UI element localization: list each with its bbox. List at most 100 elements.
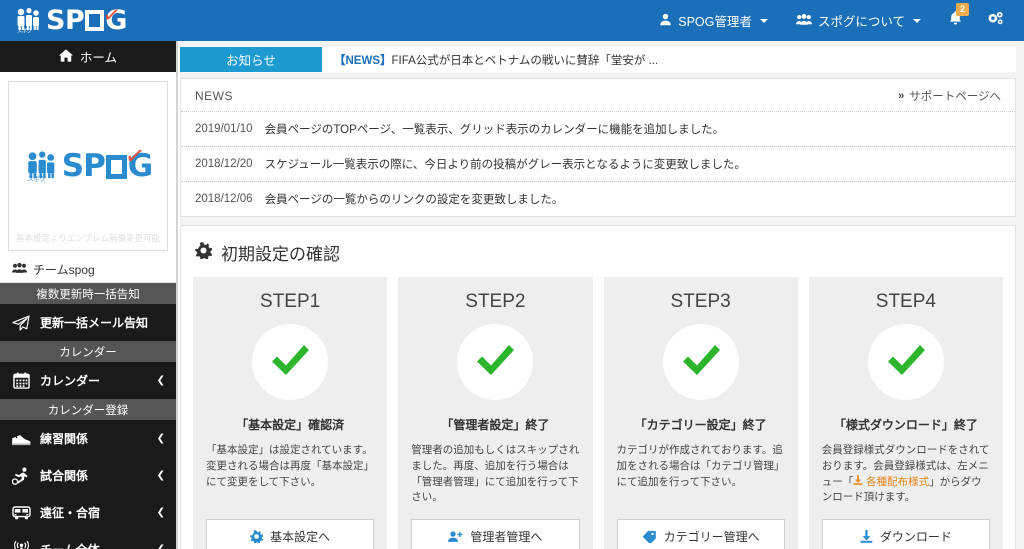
- emblem-caption: 基本設定よりエンブレム画像変更可能: [9, 232, 167, 244]
- user-plus-icon: [448, 530, 463, 543]
- gear-icon: [195, 242, 212, 264]
- status-badge: [663, 324, 739, 400]
- setup-cards: STEP1 「基本設定」確認済 「基本設定」は設定されています。変更される場合は…: [193, 277, 1003, 549]
- settings-button[interactable]: [976, 0, 1014, 41]
- brand-logo[interactable]: スポグ SPG ✓: [0, 0, 178, 41]
- calendar-icon: [11, 372, 31, 389]
- card-button-label: ダウンロード: [880, 528, 952, 545]
- svg-text:スポグ: スポグ: [27, 175, 45, 182]
- setup-card-step1: STEP1 「基本設定」確認済 「基本設定」は設定されています。変更される場合は…: [193, 277, 387, 549]
- sidebar-item-match[interactable]: 試合関係 ❮: [0, 457, 176, 494]
- card-subtitle: 「カテゴリー設定」終了: [635, 416, 767, 433]
- green-check-icon: [267, 338, 313, 387]
- announcement-body[interactable]: 【NEWS】 FIFA公式が日本とベトナムの戦いに賛辞「堂安が ...: [322, 47, 1016, 72]
- setup-card-step3: STEP3 「カテゴリー設定」終了 カテゴリが作成されております。追加をされる場…: [604, 277, 798, 549]
- card-button-label: カテゴリー管理へ: [664, 528, 760, 545]
- sidebar-section-bulk-notice: 複数更新時一括告知: [0, 283, 176, 304]
- status-badge: [457, 324, 533, 400]
- support-page-link[interactable]: » サポートページへ: [898, 88, 1001, 104]
- chevron-down-icon: [760, 19, 768, 23]
- emblem-panel: スポグ SPG ✓ 基本設定よりエンブレム画像変更可能: [0, 72, 176, 257]
- card-button-label: 基本設定へ: [270, 528, 330, 545]
- emblem-logo: スポグ SPG ✓: [24, 148, 153, 184]
- emblem-check-icon: ✓: [123, 141, 146, 171]
- news-item-date: 2018/12/06: [195, 193, 253, 205]
- announcement-tab[interactable]: お知らせ: [180, 47, 322, 72]
- news-item[interactable]: 2018/12/06 会員ページの一覧からのリンクの設定を変更致しました。: [181, 182, 1015, 216]
- card-subtitle: 「基本設定」確認済: [236, 416, 344, 433]
- notification-badge: 2: [956, 3, 969, 16]
- sidebar-item-trip-camp[interactable]: 遠征・合宿 ❮: [0, 494, 176, 531]
- chevron-left-icon: ❮: [157, 544, 165, 549]
- sidebar-team-name[interactable]: チームspog: [0, 257, 176, 283]
- setup-heading-label: 初期設定の確認: [221, 240, 340, 265]
- emblem-text: SPG ✓: [62, 148, 153, 184]
- distribution-forms-link[interactable]: 各種配布様式: [866, 476, 929, 488]
- news-item-date: 2019/01/10: [195, 123, 253, 135]
- sidebar-home-label: ホーム: [80, 47, 117, 66]
- brand-text-before: SP: [46, 5, 84, 36]
- sidebar-item-practice[interactable]: 練習関係 ❮: [0, 420, 176, 457]
- chevron-left-icon: ❮: [157, 375, 165, 386]
- card-title: STEP1: [260, 291, 320, 313]
- basic-settings-button[interactable]: 基本設定へ: [206, 519, 374, 549]
- brand-text: SPG ✓: [46, 7, 127, 34]
- sidebar-item-label: カレンダー: [40, 372, 148, 389]
- chevron-left-icon: ❮: [157, 433, 165, 444]
- news-item-date: 2018/12/20: [195, 158, 253, 170]
- green-check-icon: [883, 338, 929, 387]
- svg-text:スポグ: スポグ: [17, 27, 32, 33]
- sidebar: ホーム スポグ: [0, 41, 178, 549]
- emblem-box[interactable]: スポグ SPG ✓ 基本設定よりエンブレム画像変更可能: [8, 81, 168, 251]
- card-subtitle: 「管理者設定」終了: [441, 416, 549, 433]
- sidebar-item-label: 更新一括メール告知: [40, 314, 156, 331]
- sidebar-item-label: 試合関係: [40, 467, 148, 484]
- news-item-text: スケジュール一覧表示の際に、今日より前の投稿がグレー表示となるように変更致しまし…: [265, 156, 746, 172]
- card-description: 「基本設定」は設定されています。変更される場合は再度「基本設定」にて変更をして下…: [206, 443, 374, 490]
- main-content: お知らせ 【NEWS】 FIFA公式が日本とベトナムの戦いに賛辞「堂安が ...…: [180, 41, 1024, 549]
- setup-panel: 初期設定の確認 STEP1 「基本設定」確認済 「基本設定」は設定されています。…: [180, 225, 1016, 549]
- home-icon: [59, 49, 73, 65]
- sidebar-item-whole-team[interactable]: チーム全体 ❮: [0, 531, 176, 549]
- download-icon: [853, 476, 863, 488]
- sidebar-item-calendar[interactable]: カレンダー ❮: [0, 362, 176, 399]
- users-icon: [12, 262, 27, 277]
- card-description: カテゴリが作成されております。追加をされる場合は「カテゴリ管理」にて追加を行って…: [617, 443, 785, 490]
- emblem-text-before: SP: [62, 148, 105, 184]
- nav-about-spog-label: スポグについて: [818, 11, 905, 30]
- chevron-left-icon: ❮: [157, 507, 165, 518]
- nav-admin-user[interactable]: SPOG管理者: [646, 0, 781, 41]
- chevron-down-icon: [913, 19, 921, 23]
- emblem-people-icon: スポグ: [24, 150, 58, 182]
- shoe-icon: [11, 432, 31, 446]
- top-header: スポグ SPG ✓ SPOG管理者 スポグについて: [0, 0, 1024, 41]
- news-item[interactable]: 2019/01/10 会員ページのTOPページ、一覧表示、グリッド表示のカレンダ…: [181, 112, 1015, 147]
- setup-card-step2: STEP2 「管理者設定」終了 管理者の追加もしくはスキップされました。再度、追…: [398, 277, 592, 549]
- download-icon: [860, 530, 873, 543]
- setup-heading: 初期設定の確認: [193, 236, 1003, 277]
- news-header: NEWS » サポートページへ: [181, 79, 1015, 112]
- card-button-label: 管理者管理へ: [470, 528, 542, 545]
- news-item[interactable]: 2018/12/20 スケジュール一覧表示の際に、今日より前の投稿がグレー表示と…: [181, 147, 1015, 182]
- notifications-button[interactable]: 2: [936, 0, 974, 41]
- sidebar-item-home[interactable]: ホーム: [0, 41, 176, 72]
- bus-icon: [11, 505, 31, 520]
- announcement-ticker: お知らせ 【NEWS】 FIFA公式が日本とベトナムの戦いに賛辞「堂安が ...: [180, 47, 1016, 72]
- paper-plane-icon: [11, 315, 31, 331]
- double-chevron-right-icon: »: [898, 90, 904, 102]
- sidebar-item-bulk-mail-notice[interactable]: 更新一括メール告知: [0, 304, 176, 341]
- soccer-player-icon: [11, 467, 31, 485]
- news-panel: NEWS » サポートページへ 2019/01/10 会員ページのTOPページ、…: [180, 78, 1016, 217]
- cogs-icon: [987, 11, 1004, 31]
- admin-management-button[interactable]: 管理者管理へ: [411, 519, 579, 549]
- card-description: 会員登録様式ダウンロードをされております。会員登録様式は、左メニュー「 各種配布…: [822, 443, 990, 506]
- nav-about-spog[interactable]: スポグについて: [783, 0, 934, 41]
- chevron-left-icon: ❮: [157, 470, 165, 481]
- status-badge: [252, 324, 328, 400]
- download-button[interactable]: ダウンロード: [822, 519, 990, 549]
- green-check-icon: [472, 338, 518, 387]
- announcement-tag: 【NEWS】: [334, 52, 392, 68]
- category-management-button[interactable]: カテゴリー管理へ: [617, 519, 785, 549]
- tag-icon: [642, 530, 657, 543]
- nav-admin-user-label: SPOG管理者: [678, 11, 752, 30]
